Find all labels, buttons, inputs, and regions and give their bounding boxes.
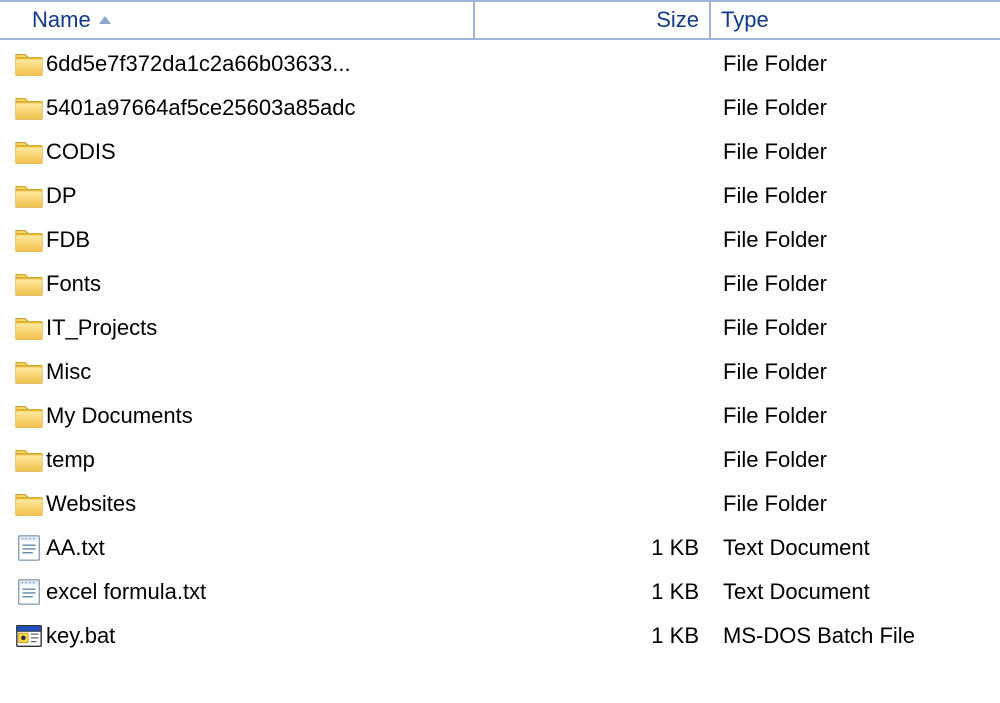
cell-size: 1 KB [475,578,711,607]
cell-type: File Folder [711,490,1000,519]
folder-icon [14,137,44,167]
cell-type: File Folder [711,314,1000,343]
folder-icon [14,401,44,431]
file-row[interactable]: Websites File Folder [0,482,1000,526]
file-name-label: key.bat [46,622,115,651]
cell-name: DP [0,181,475,211]
cell-name: key.bat [0,621,475,651]
file-name-label: AA.txt [46,534,105,563]
folder-icon [14,181,44,211]
sort-asc-icon [99,16,111,24]
cell-type: File Folder [711,226,1000,255]
folder-icon [14,225,44,255]
folder-icon [14,445,44,475]
cell-type: Text Document [711,578,1000,607]
cell-type: File Folder [711,358,1000,387]
cell-name: temp [0,445,475,475]
file-row[interactable]: DP File Folder [0,174,1000,218]
folder-icon [14,489,44,519]
cell-type: File Folder [711,402,1000,431]
cell-type: File Folder [711,50,1000,79]
batch-file-icon [14,621,44,651]
text-file-icon [14,577,44,607]
file-row[interactable]: 6dd5e7f372da1c2a66b03633... File Folder [0,42,1000,86]
file-row[interactable]: Fonts File Folder [0,262,1000,306]
cell-name: FDB [0,225,475,255]
cell-name: IT_Projects [0,313,475,343]
file-name-label: excel formula.txt [46,578,206,607]
folder-icon [14,93,44,123]
file-row[interactable]: excel formula.txt 1 KBText Document [0,570,1000,614]
column-header-type-label: Type [721,6,769,35]
folder-icon [14,357,44,387]
file-row[interactable]: FDB File Folder [0,218,1000,262]
cell-name: 6dd5e7f372da1c2a66b03633... [0,49,475,79]
cell-type: File Folder [711,182,1000,211]
text-file-icon [14,533,44,563]
cell-type: MS-DOS Batch File [711,622,1000,651]
file-row[interactable]: AA.txt 1 KBText Document [0,526,1000,570]
folder-icon [14,49,44,79]
file-name-label: Fonts [46,270,101,299]
file-row[interactable]: My Documents File Folder [0,394,1000,438]
cell-name: Misc [0,357,475,387]
cell-size: 1 KB [475,534,711,563]
file-name-label: DP [46,182,77,211]
cell-name: 5401a97664af5ce25603a85adc [0,93,475,123]
file-name-label: My Documents [46,402,193,431]
file-name-label: temp [46,446,95,475]
column-header-size[interactable]: Size [475,2,711,38]
file-name-label: Websites [46,490,136,519]
cell-type: File Folder [711,270,1000,299]
cell-name: excel formula.txt [0,577,475,607]
file-name-label: 5401a97664af5ce25603a85adc [46,94,356,123]
column-header-name[interactable]: Name [0,2,475,38]
file-name-label: FDB [46,226,90,255]
cell-name: AA.txt [0,533,475,563]
file-row[interactable]: CODIS File Folder [0,130,1000,174]
column-header-row: Name Size Type [0,0,1000,40]
column-header-name-label: Name [32,6,91,35]
file-row[interactable]: 5401a97664af5ce25603a85adc File Folder [0,86,1000,130]
file-name-label: 6dd5e7f372da1c2a66b03633... [46,50,351,79]
cell-name: My Documents [0,401,475,431]
column-header-type[interactable]: Type [711,2,1000,38]
cell-type: File Folder [711,94,1000,123]
file-name-label: CODIS [46,138,116,167]
folder-icon [14,269,44,299]
file-name-label: IT_Projects [46,314,157,343]
cell-type: File Folder [711,446,1000,475]
cell-name: CODIS [0,137,475,167]
column-header-size-label: Size [656,6,699,35]
file-row[interactable]: temp File Folder [0,438,1000,482]
file-row[interactable]: Misc File Folder [0,350,1000,394]
file-row[interactable]: key.bat 1 KBMS-DOS Batch File [0,614,1000,658]
cell-type: Text Document [711,534,1000,563]
cell-name: Websites [0,489,475,519]
file-list: 6dd5e7f372da1c2a66b03633... File Folder 5… [0,40,1000,658]
folder-icon [14,313,44,343]
cell-size: 1 KB [475,622,711,651]
cell-name: Fonts [0,269,475,299]
file-row[interactable]: IT_Projects File Folder [0,306,1000,350]
cell-type: File Folder [711,138,1000,167]
file-name-label: Misc [46,358,91,387]
